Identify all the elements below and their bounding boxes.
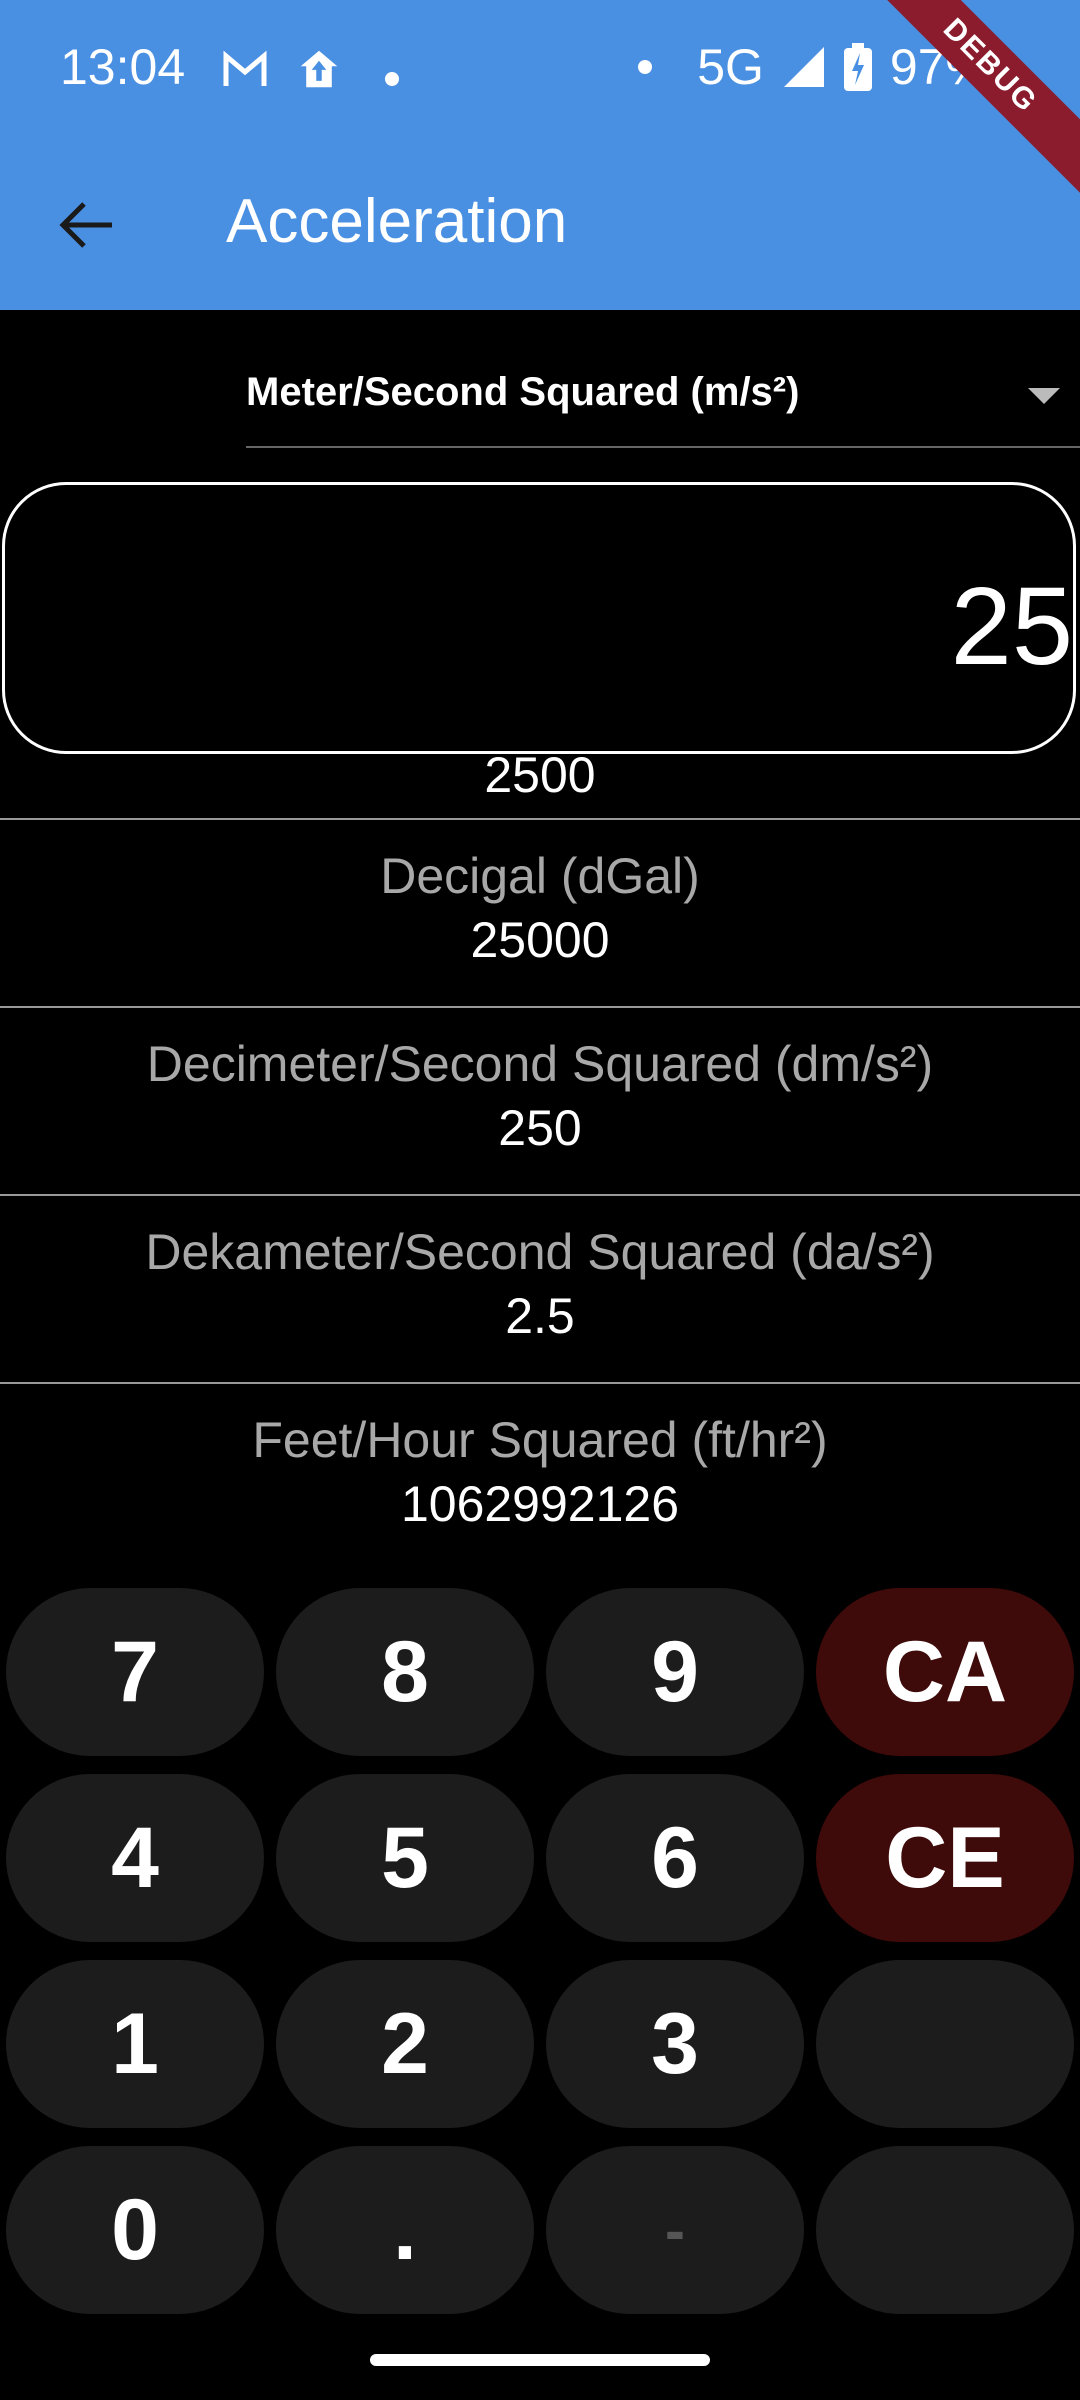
- dot-icon: [638, 60, 653, 74]
- home-indicator[interactable]: [370, 2354, 710, 2366]
- minus-key[interactable]: -: [546, 2146, 804, 2314]
- key-9[interactable]: 9: [546, 1588, 804, 1756]
- network-type: 5G: [697, 39, 764, 95]
- result-row: Decimeter/Second Squared (dm/s²) 250: [0, 1008, 1080, 1196]
- decimal-key[interactable]: .: [276, 2146, 534, 2314]
- key-5[interactable]: 5: [276, 1774, 534, 1942]
- dropdown-caret-icon: [1028, 388, 1060, 404]
- key-3[interactable]: 3: [546, 1960, 804, 2128]
- result-label: Dekameter/Second Squared (da/s²): [145, 1224, 935, 1280]
- debug-ribbon: DEBUG: [858, 0, 1080, 198]
- status-bar: 13:04 5G 97% DEBUG: [0, 0, 1080, 198]
- blank-key[interactable]: [816, 2146, 1074, 2314]
- unit-dropdown[interactable]: Meter/Second Squared (m/s²): [246, 350, 1080, 448]
- result-label: Decimeter/Second Squared (dm/s²): [146, 1036, 934, 1092]
- input-value: 25: [950, 565, 1073, 688]
- result-row: Dekameter/Second Squared (da/s²) 2.5: [0, 1196, 1080, 1384]
- result-value: 2.5: [505, 1288, 575, 1344]
- clear-all-button[interactable]: CA: [816, 1588, 1074, 1756]
- page-title: Acceleration: [226, 187, 568, 256]
- key-6[interactable]: 6: [546, 1774, 804, 1942]
- result-value: 2500: [484, 750, 596, 803]
- blank-key[interactable]: [816, 1960, 1074, 2128]
- result-label: Feet/Hour Squared (ft/hr²): [252, 1412, 828, 1468]
- value-input[interactable]: 25: [2, 482, 1076, 754]
- key-1[interactable]: 1: [6, 1960, 264, 2128]
- clear-entry-button[interactable]: CE: [816, 1774, 1074, 1942]
- result-row: Decigal (dGal) 25000: [0, 820, 1080, 1008]
- key-7[interactable]: 7: [6, 1588, 264, 1756]
- key-4[interactable]: 4: [6, 1774, 264, 1942]
- signal-icon: [783, 47, 824, 87]
- results-list[interactable]: 2500 Decigal (dGal) 25000 Decimeter/Seco…: [0, 750, 1080, 1570]
- result-row: Feet/Hour Squared (ft/hr²) 1062992126: [0, 1384, 1080, 1570]
- status-time: 13:04: [60, 39, 186, 95]
- key-2[interactable]: 2: [276, 1960, 534, 2128]
- battery-icon: [843, 43, 872, 91]
- home-upload-icon: [300, 50, 338, 88]
- key-0[interactable]: 0: [6, 2146, 264, 2314]
- back-arrow-icon[interactable]: [52, 190, 122, 260]
- result-value: 1062992126: [400, 1476, 680, 1532]
- notification-dot-icon: [385, 72, 399, 86]
- result-value: 250: [498, 1100, 582, 1156]
- gmail-icon: [223, 50, 267, 86]
- result-row: 2500: [0, 750, 1080, 820]
- key-8[interactable]: 8: [276, 1588, 534, 1756]
- result-value: 25000: [470, 912, 610, 968]
- unit-dropdown-value: Meter/Second Squared (m/s²): [246, 370, 800, 414]
- result-label: Decigal (dGal): [380, 848, 700, 904]
- app-bar: 13:04 5G 97% DEBUG Acceleration: [0, 0, 1080, 310]
